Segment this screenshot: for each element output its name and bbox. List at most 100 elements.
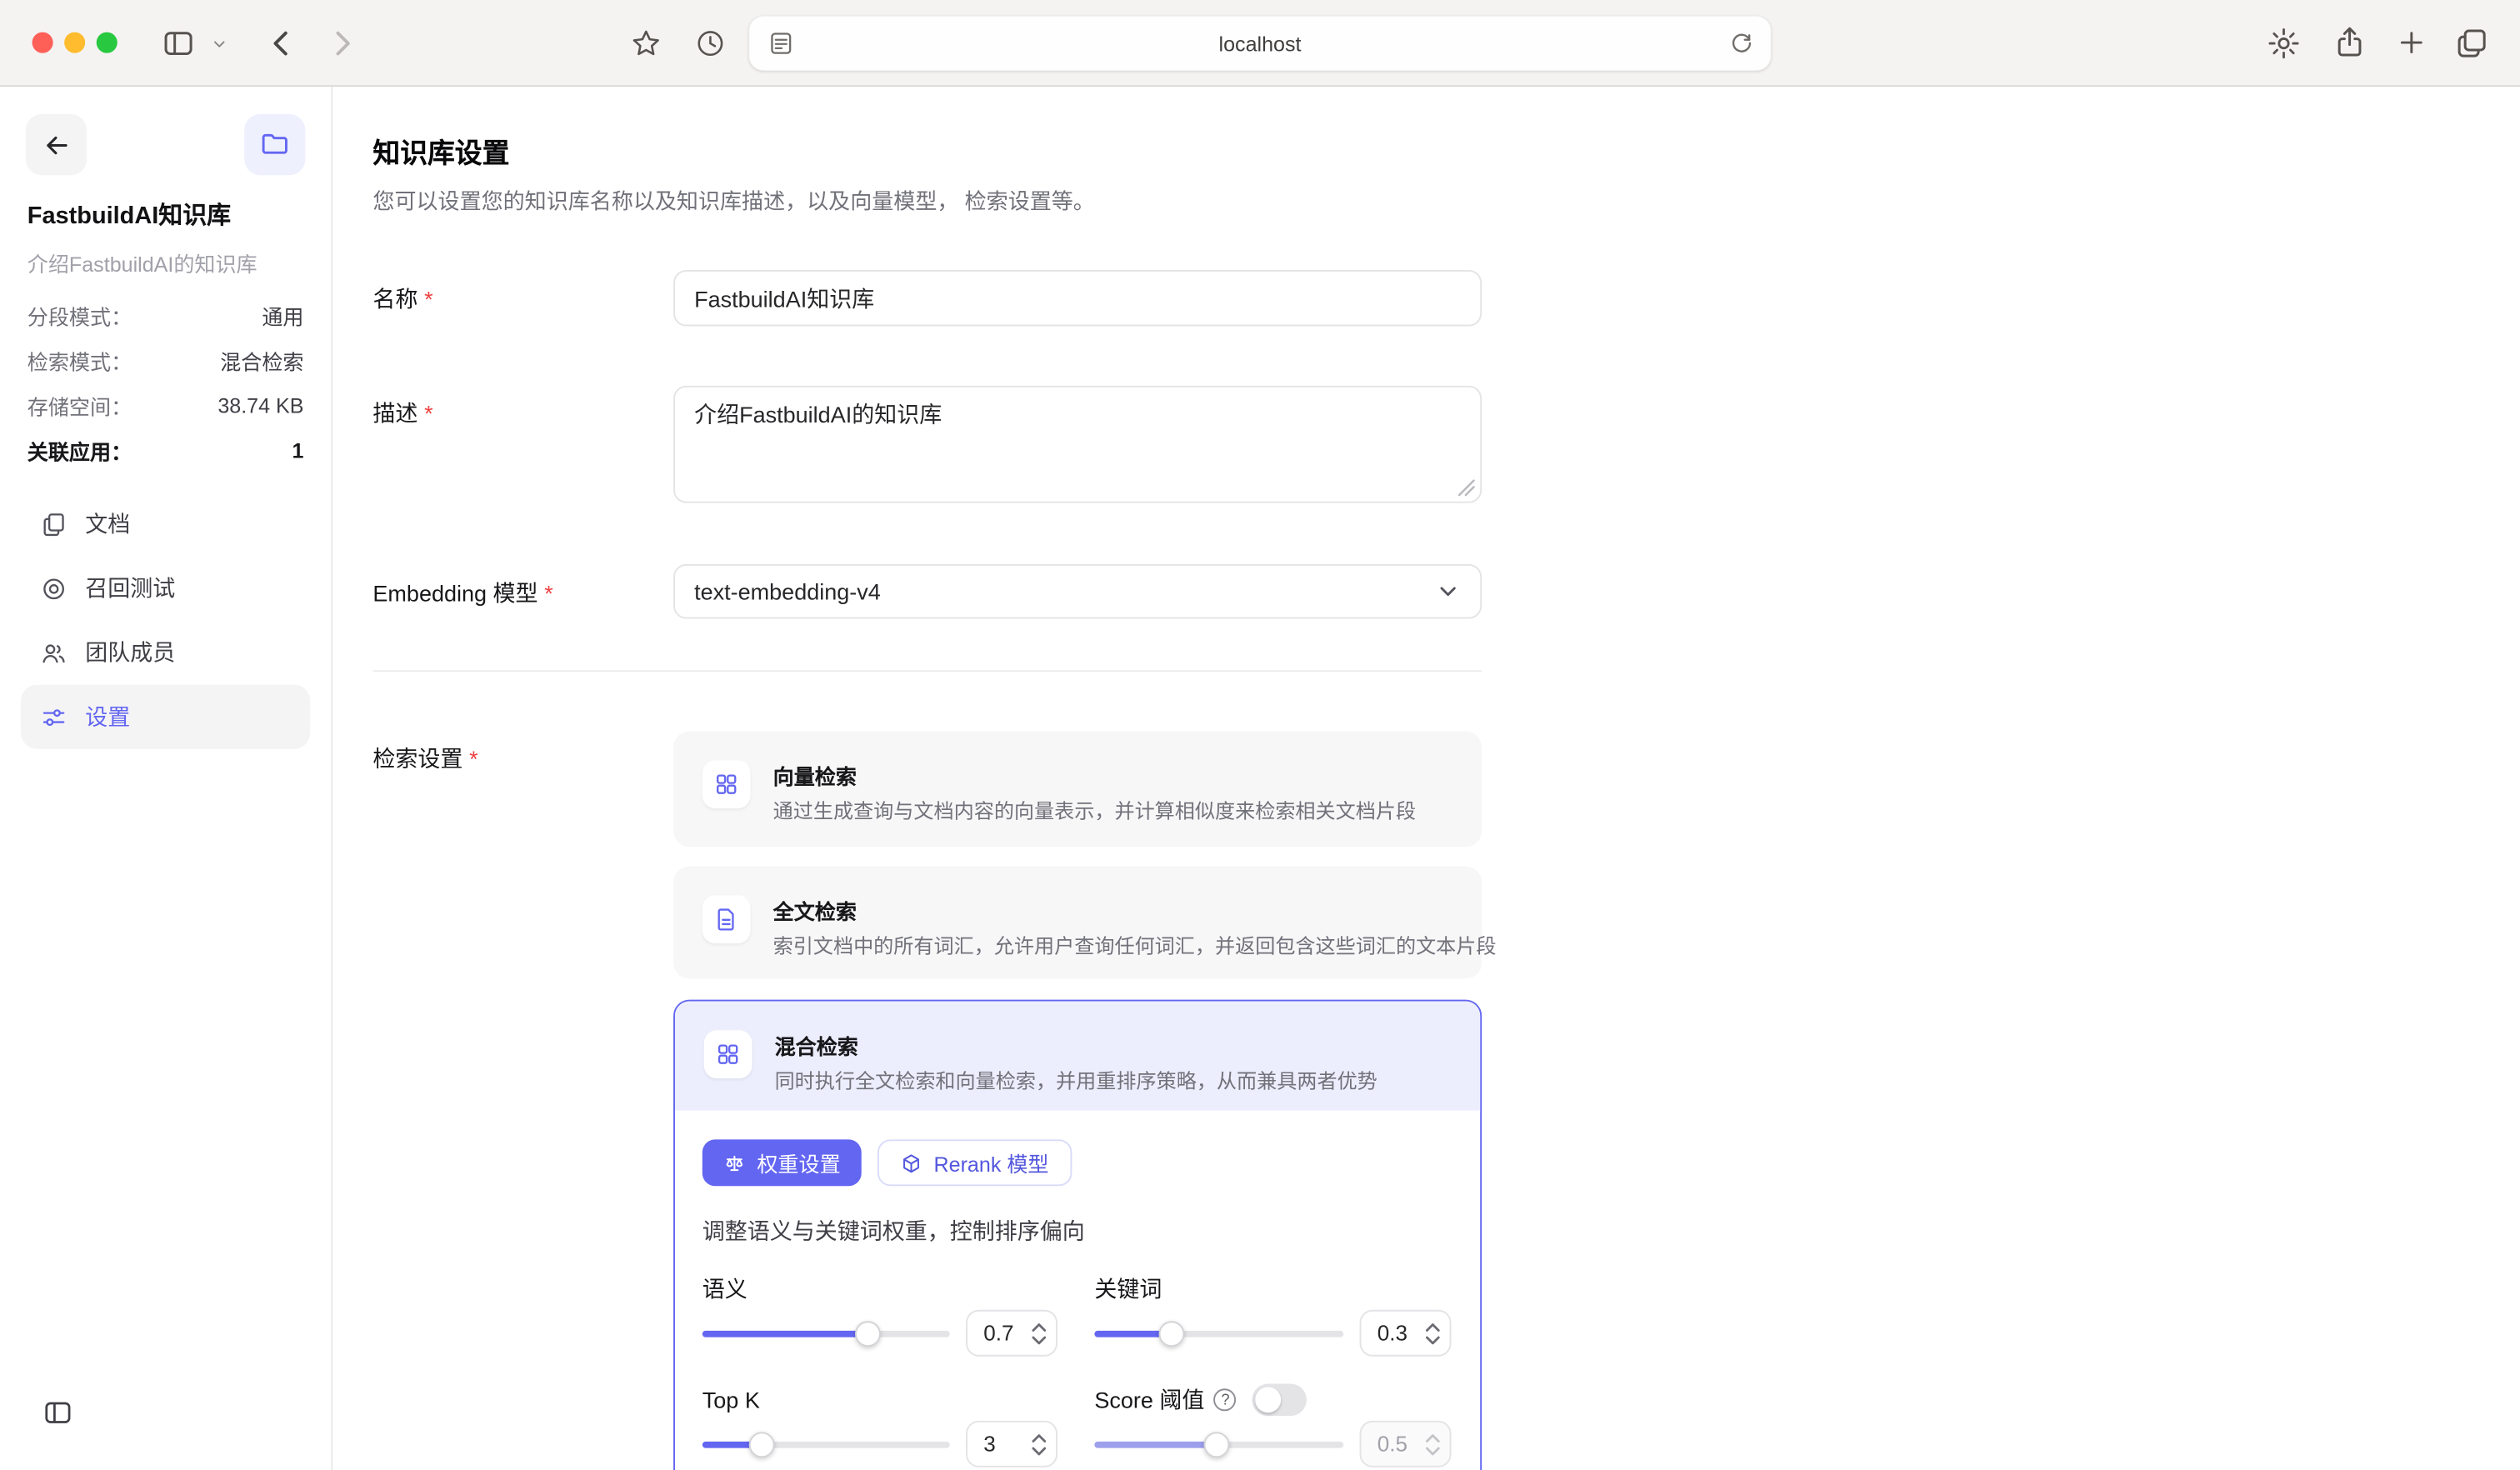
url-text: localhost: [1219, 32, 1302, 56]
topk-value-input: [966, 1421, 1058, 1468]
rerank-model-button[interactable]: Rerank 模型: [878, 1139, 1071, 1186]
option-description: 通过生成查询与文档内容的向量表示，并计算相似度来检索相关文档片段: [773, 794, 1416, 825]
history-clock-icon[interactable]: [694, 28, 727, 60]
settings-gear-icon[interactable]: [2266, 26, 2301, 61]
keyword-control: 关键词: [1094, 1272, 1451, 1356]
bookmark-star-icon[interactable]: [630, 28, 662, 60]
section-divider: [372, 670, 1482, 672]
semantic-slider[interactable]: [702, 1330, 950, 1337]
option-card-hybrid-search[interactable]: 混合检索 同时执行全文检索和向量检索，并用重排序策略，从而兼具两者优势 权重设置…: [673, 1000, 1482, 1470]
address-bar[interactable]: localhost: [749, 16, 1772, 71]
score-threshold-control: Score 阈值 ?: [1094, 1383, 1451, 1467]
sidebar-item-team-members[interactable]: 团队成员: [21, 620, 310, 684]
share-icon[interactable]: [2332, 24, 2367, 59]
stepper-arrows[interactable]: [1032, 1432, 1046, 1455]
stat-linked-apps: 关联应用： 1: [28, 428, 304, 472]
slider-thumb[interactable]: [855, 1320, 881, 1346]
kb-description: 介绍FastbuildAI的知识库: [28, 248, 258, 278]
browser-toolbar: localhost: [0, 0, 2520, 87]
stepper-arrows[interactable]: [1426, 1432, 1440, 1455]
semantic-label: 语义: [702, 1272, 1058, 1305]
toggle-knob: [1256, 1387, 1282, 1412]
hybrid-card-body: 权重设置 Rerank 模型 调整语义与关键词权重，控制排序偏向 语义: [675, 1111, 1480, 1468]
keyword-slider[interactable]: [1094, 1330, 1343, 1337]
help-icon[interactable]: ?: [1214, 1388, 1237, 1411]
window-controls: [32, 32, 118, 53]
tab-overview-icon[interactable]: [2454, 26, 2489, 61]
page-title: 知识库设置: [372, 130, 509, 170]
stepper-arrows[interactable]: [1032, 1322, 1046, 1344]
reload-icon[interactable]: [1728, 29, 1755, 57]
hybrid-card-header: 混合检索 同时执行全文检索和向量检索，并用重排序策略，从而兼具两者优势: [675, 1001, 1480, 1110]
stat-retrieval-mode: 检索模式： 混合检索: [28, 338, 304, 382]
sidebar-nav: 文档 召回测试 团队成员 设置: [21, 492, 310, 749]
browser-sidebar-icon[interactable]: [161, 26, 196, 61]
score-threshold-toggle[interactable]: [1252, 1383, 1308, 1416]
sidebar-item-recall-test[interactable]: 召回测试: [21, 556, 310, 620]
description-label: 描述*: [372, 397, 432, 429]
option-card-vector-search[interactable]: 向量检索 通过生成查询与文档内容的向量表示，并计算相似度来检索相关文档片段: [673, 731, 1482, 847]
folder-icon: [244, 114, 305, 175]
slider-thumb[interactable]: [1203, 1431, 1229, 1457]
cube-icon: [900, 1152, 922, 1174]
description-textarea[interactable]: 介绍FastbuildAI的知识库: [673, 386, 1482, 503]
grid-icon: [702, 760, 751, 808]
close-window-button[interactable]: [32, 32, 53, 53]
minimize-window-button[interactable]: [64, 32, 85, 53]
scale-icon: [723, 1152, 746, 1174]
browser-back-icon[interactable]: [263, 26, 298, 61]
target-icon: [40, 574, 68, 602]
weight-hint-text: 调整语义与关键词权重，控制排序偏向: [702, 1215, 1453, 1248]
stat-segment-mode: 分段模式： 通用: [28, 292, 304, 338]
zoom-window-button[interactable]: [97, 32, 118, 53]
slider-thumb[interactable]: [1159, 1320, 1185, 1346]
option-card-fulltext-search[interactable]: 全文检索 索引文档中的所有词汇，允许用户查询任何词汇，并返回包含这些词汇的文本片…: [673, 866, 1482, 978]
weight-controls: 语义: [702, 1272, 1453, 1467]
option-title: 全文检索: [773, 895, 857, 926]
required-asterisk: *: [469, 746, 478, 772]
sidebar-item-settings[interactable]: 设置: [21, 685, 310, 749]
option-description: 索引文档中的所有词汇，允许用户查询任何词汇，并返回包含这些词汇的文本片段: [773, 929, 1497, 960]
users-icon: [40, 639, 68, 667]
grid-icon: [704, 1030, 752, 1078]
sidebar-item-documents[interactable]: 文档: [21, 492, 310, 556]
weight-settings-button[interactable]: 权重设置: [702, 1139, 862, 1186]
back-button[interactable]: [26, 114, 87, 175]
sliders-icon: [40, 703, 68, 731]
keyword-label: 关键词: [1094, 1272, 1451, 1305]
slider-thumb[interactable]: [749, 1431, 775, 1457]
topk-slider[interactable]: [702, 1441, 950, 1448]
score-slider[interactable]: [1094, 1441, 1343, 1448]
topk-label: Top K: [702, 1383, 1058, 1416]
kb-title: FastbuildAI知识库: [28, 198, 231, 232]
document-icon: [40, 510, 68, 538]
option-description: 同时执行全文检索和向量检索，并用重排序策略，从而兼具两者优势: [775, 1064, 1378, 1095]
chevron-down-icon: [1435, 578, 1461, 604]
screen: localhost FastbuildAI知识库 介绍FastbuildAI的知…: [0, 0, 2520, 1470]
page-settings-icon[interactable]: [767, 29, 796, 58]
new-tab-plus-icon[interactable]: [2396, 28, 2427, 58]
option-title: 向量检索: [773, 760, 857, 791]
semantic-control: 语义: [702, 1272, 1058, 1356]
document-icon: [702, 895, 751, 943]
kb-stats: 分段模式： 通用 检索模式： 混合检索 存储空间： 38.74 KB 关联应用：…: [28, 292, 304, 472]
name-input[interactable]: [673, 270, 1482, 326]
page-subtitle: 您可以设置您的知识库名称以及知识库描述，以及向量模型， 检索设置等。: [372, 183, 1094, 216]
kb-sidebar: FastbuildAI知识库 介绍FastbuildAI的知识库 分段模式： 通…: [0, 87, 332, 1470]
retrieval-label: 检索设置*: [372, 742, 478, 775]
option-title: 混合检索: [775, 1030, 858, 1061]
collapse-sidebar-icon[interactable]: [42, 1397, 74, 1429]
required-asterisk: *: [424, 400, 433, 426]
required-asterisk: *: [544, 580, 553, 606]
embedding-label: Embedding 模型*: [372, 577, 552, 609]
topk-control: Top K: [702, 1383, 1058, 1467]
stat-storage: 存储空间： 38.74 KB: [28, 382, 304, 428]
stepper-arrows[interactable]: [1426, 1322, 1440, 1344]
embedding-select[interactable]: text-embedding-v4: [673, 564, 1482, 619]
app-window: FastbuildAI知识库 介绍FastbuildAI的知识库 分段模式： 通…: [0, 87, 2520, 1470]
keyword-value-input: [1360, 1310, 1452, 1357]
browser-forward-icon[interactable]: [325, 26, 360, 61]
sidebar-chevron-down-icon[interactable]: [211, 35, 228, 52]
score-value-input: [1360, 1421, 1452, 1468]
name-label: 名称*: [372, 282, 432, 315]
